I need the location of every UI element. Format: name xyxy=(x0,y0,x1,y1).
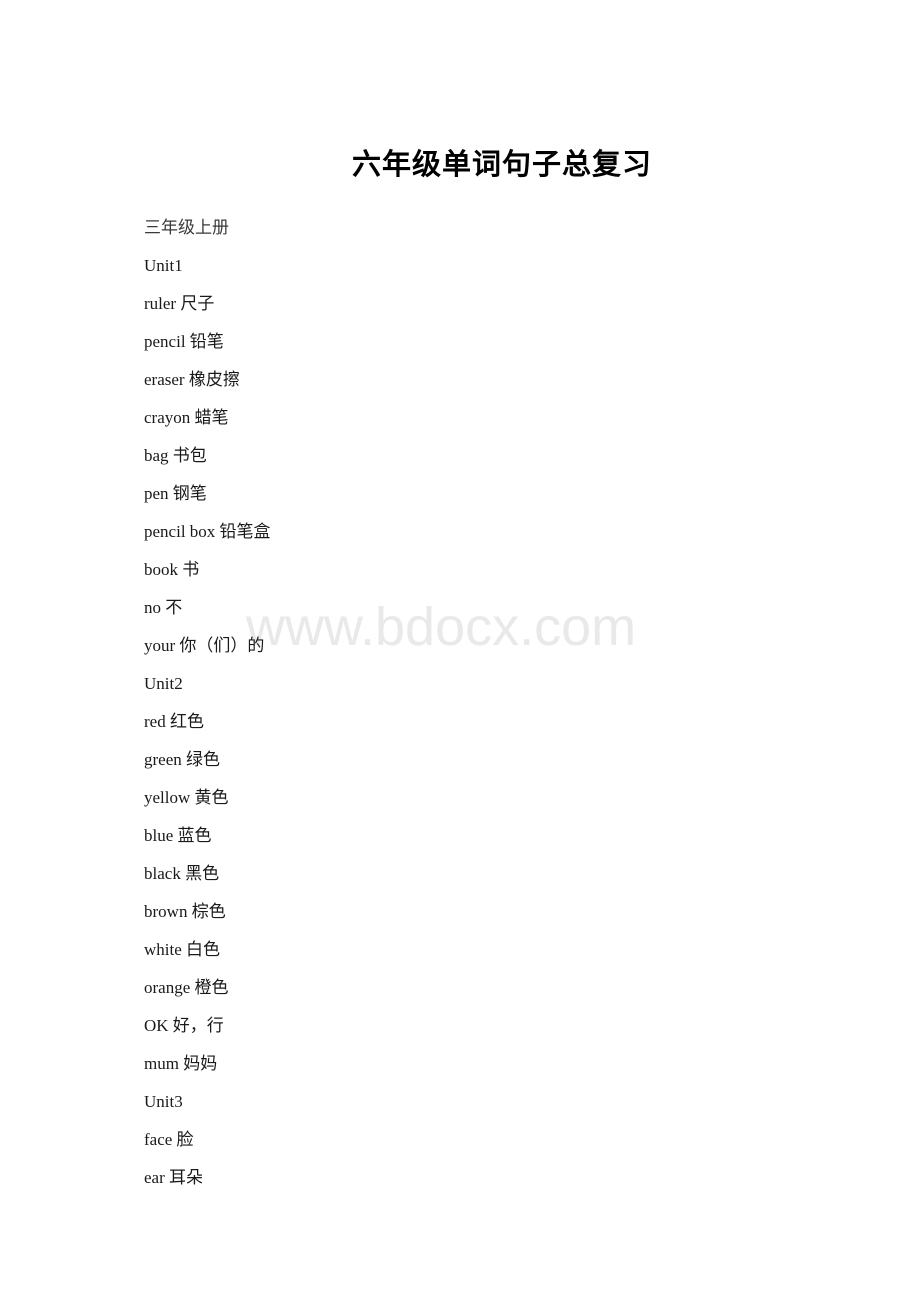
list-item: mum 妈妈 xyxy=(144,1054,218,1073)
list-item: your 你（们）的 xyxy=(144,636,265,655)
list-item: green 绿色 xyxy=(144,750,221,769)
list-item: pencil box 铅笔盒 xyxy=(144,522,271,541)
list-item: no 不 xyxy=(144,598,183,617)
list-item: red 红色 xyxy=(144,712,204,731)
list-item: ruler 尺子 xyxy=(144,294,215,313)
list-item: OK 好，行 xyxy=(144,1016,224,1035)
list-item: yellow 黄色 xyxy=(144,788,229,807)
list-item: 三年级上册 xyxy=(144,218,229,237)
word-list: 三年级上册 Unit1 ruler 尺子 pencil 铅笔 eraser 橡皮擦 cra… xyxy=(144,209,860,1197)
list-item: bag 书包 xyxy=(144,446,207,465)
list-item: orange 橙色 xyxy=(144,978,229,997)
list-item: Unit1 xyxy=(144,256,183,275)
list-item: Unit2 xyxy=(144,674,183,693)
list-item: ear 耳朵 xyxy=(144,1168,204,1187)
list-item: book 书 xyxy=(144,560,200,579)
document-body: 六年级单词句子总复习 三年级上册 Unit1 ruler 尺子 pencil 铅笔 er… xyxy=(0,0,920,1197)
page-title: 六年级单词句子总复习 xyxy=(351,149,652,181)
list-item: Unit3 xyxy=(144,1092,183,1111)
list-item: crayon 蜡笔 xyxy=(144,408,229,427)
list-item: blue 蓝色 xyxy=(144,826,212,845)
list-item: face 脸 xyxy=(144,1130,194,1149)
document-page: www.bdocx.com 六年级单词句子总复习 三年级上册 Unit1 ruler… xyxy=(0,0,920,1302)
list-item: pencil 铅笔 xyxy=(144,332,224,351)
list-item: white 白色 xyxy=(144,940,221,959)
list-item: black 黑色 xyxy=(144,864,220,883)
list-item: eraser 橡皮擦 xyxy=(144,370,240,389)
list-item: brown 棕色 xyxy=(144,902,226,921)
list-item: pen 钢笔 xyxy=(144,484,207,503)
